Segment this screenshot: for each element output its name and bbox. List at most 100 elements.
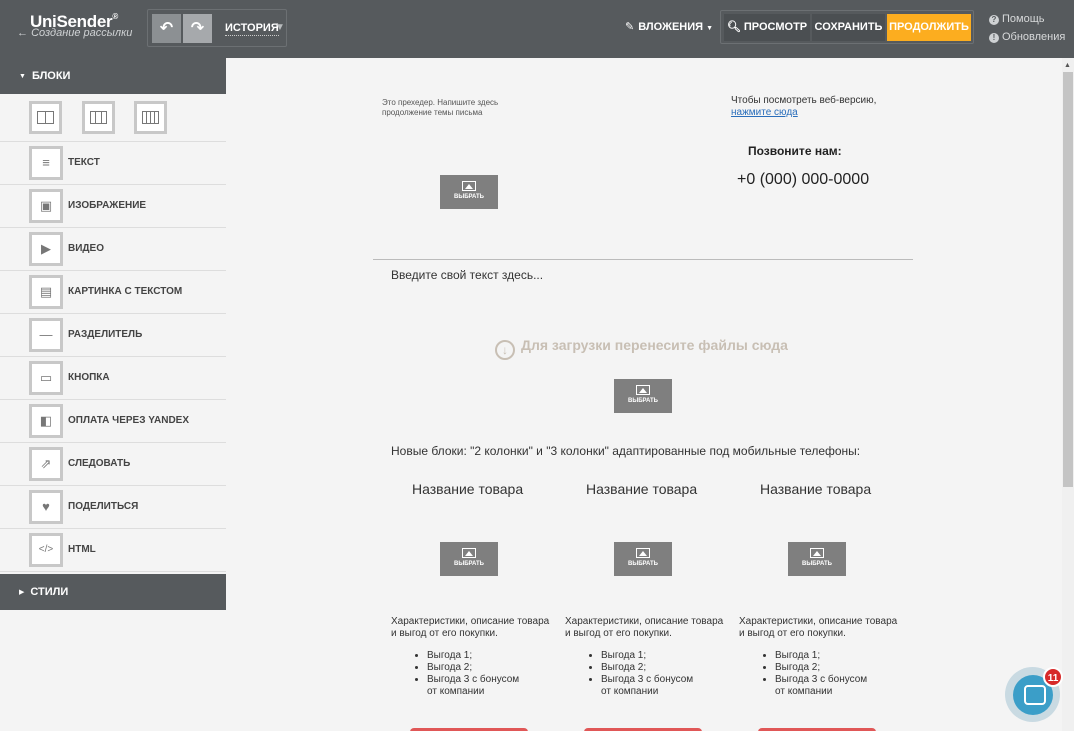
chevron-down-icon: ▼ xyxy=(706,25,714,32)
block-label: РАЗДЕЛИТЕЛЬ xyxy=(68,329,143,340)
list-item: Выгода 2; xyxy=(601,662,705,674)
phone-number[interactable]: +0 (000) 000-0000 xyxy=(737,171,869,189)
image-icon xyxy=(462,181,476,191)
list-item: Выгода 2; xyxy=(775,662,879,674)
block-item-image[interactable]: ▣ ИЗОБРАЖЕНИЕ xyxy=(0,185,226,228)
block-item-button[interactable]: ▭ КНОПКА xyxy=(0,357,226,400)
choose-image-button[interactable]: ВЫБРАТЬ xyxy=(614,379,672,413)
block-item-divider[interactable]: — РАЗДЕЛИТЕЛЬ xyxy=(0,314,226,357)
benefits-list[interactable]: Выгода 1; Выгода 2; Выгода 3 с бонусом о… xyxy=(565,650,705,698)
block-item-html[interactable]: </> HTML xyxy=(0,529,226,572)
back-to-campaign-link[interactable]: ← Создание рассылки xyxy=(17,27,132,39)
block-label: ИЗОБРАЖЕНИЕ xyxy=(68,200,147,211)
blocks-section-header[interactable]: ▼ БЛОКИ xyxy=(0,58,226,94)
list-item: Выгода 2; xyxy=(427,662,531,674)
block-item-yandex-pay[interactable]: ◧ ОПЛАТА ЧЕРЕЗ YANDEX xyxy=(0,400,226,443)
two-columns-icon[interactable] xyxy=(82,101,115,134)
image-icon xyxy=(636,548,650,558)
block-label: КАРТИНКА С ТЕКСТОМ xyxy=(68,286,183,297)
file-dropzone[interactable]: ↓ Для загрузки перенесите файлы сюда xyxy=(495,337,788,360)
benefits-list[interactable]: Выгода 1; Выгода 2; Выгода 3 с бонусом о… xyxy=(739,650,879,698)
block-item-text[interactable]: ≡ ТЕКСТ xyxy=(0,142,226,185)
continue-button[interactable]: ПРОДОЛЖИТЬ xyxy=(887,14,971,41)
html-icon: </> xyxy=(29,533,63,567)
product-title[interactable]: Название товара xyxy=(412,481,523,497)
video-icon: ▶ xyxy=(29,232,63,266)
choose-image-button[interactable]: ВЫБРАТЬ xyxy=(614,542,672,576)
block-label: КНОПКА xyxy=(68,372,110,383)
choose-image-button[interactable]: ВЫБРАТЬ xyxy=(440,542,498,576)
block-item-follow[interactable]: ⇗ СЛЕДОВАТЬ xyxy=(0,443,226,486)
scroll-up-icon[interactable]: ▲ xyxy=(1064,62,1071,69)
chevron-down-icon[interactable]: ▼ xyxy=(275,22,285,33)
canvas-scrollbar[interactable]: ▲ xyxy=(1062,58,1074,731)
save-button[interactable]: СОХРАНИТЬ xyxy=(812,14,885,41)
list-item: Выгода 3 с бонусом от компании xyxy=(775,674,879,698)
help-link[interactable]: ? Помощь xyxy=(989,13,1045,25)
content-divider xyxy=(373,259,913,260)
image-icon xyxy=(810,548,824,558)
block-label: ПОДЕЛИТЬСЯ xyxy=(68,501,139,512)
triangle-down-icon: ▼ xyxy=(19,73,26,80)
blocks-sidebar: ▼ БЛОКИ ≡ ТЕКСТ ▣ ИЗОБРАЖЕНИЕ ▶ ВИДЕО ▤ К… xyxy=(0,58,226,731)
new-blocks-note[interactable]: Новые блоки: "2 колонки" и "3 колонки" а… xyxy=(391,444,860,458)
product-description[interactable]: Характеристики, описание товара и выгод … xyxy=(391,616,551,640)
three-columns-icon[interactable] xyxy=(134,101,167,134)
yandex-pay-icon: ◧ xyxy=(29,404,63,438)
preheader-text[interactable]: Это прехедер. Напишите здесь продолжение… xyxy=(382,98,532,118)
triangle-right-icon: ▶ xyxy=(19,589,25,596)
block-item-share[interactable]: ♥ ПОДЕЛИТЬСЯ xyxy=(0,486,226,529)
product-description[interactable]: Характеристики, описание товара и выгод … xyxy=(739,616,899,640)
attachments-dropdown[interactable]: ✎ ВЛОЖЕНИЯ ▼ xyxy=(625,20,713,33)
block-label: СЛЕДОВАТЬ xyxy=(68,458,131,469)
undo-button[interactable]: ↶ xyxy=(152,14,181,43)
email-canvas[interactable]: Это прехедер. Напишите здесь продолжение… xyxy=(226,58,1062,731)
block-label: ВИДЕО xyxy=(68,243,104,254)
webversion-block: Чтобы посмотреть веб-версию, нажмите сюд… xyxy=(731,95,876,119)
block-item-image-text[interactable]: ▤ КАРТИНКА С ТЕКСТОМ xyxy=(0,271,226,314)
updates-link[interactable]: ! Обновления xyxy=(989,31,1065,43)
styles-section-header[interactable]: ▶ СТИЛИ xyxy=(0,574,226,610)
share-icon: ♥ xyxy=(29,490,63,524)
webversion-text: Чтобы посмотреть веб-версию, xyxy=(731,95,877,106)
list-item: Выгода 1; xyxy=(775,650,879,662)
action-button-group: 🔍︎ ПРОСМОТР СОХРАНИТЬ ПРОДОЛЖИТЬ xyxy=(720,10,974,44)
scroll-thumb[interactable] xyxy=(1063,72,1073,487)
block-label: ТЕКСТ xyxy=(68,157,100,168)
list-item: Выгода 3 с бонусом от компании xyxy=(427,674,531,698)
follow-icon: ⇗ xyxy=(29,447,63,481)
block-item-video[interactable]: ▶ ВИДЕО xyxy=(0,228,226,271)
benefits-list[interactable]: Выгода 1; Выгода 2; Выгода 3 с бонусом о… xyxy=(391,650,531,698)
redo-arrow-icon: ↷ xyxy=(190,20,205,37)
divider-icon: — xyxy=(29,318,63,352)
history-control: ↶ ↷ ИСТОРИЯ ▼ xyxy=(147,9,287,47)
text-block[interactable]: Введите свой текст здесь... xyxy=(391,268,543,282)
top-bar: UniSender® ← Создание рассылки ↶ ↷ ИСТОР… xyxy=(0,0,1074,58)
one-column-icon[interactable] xyxy=(29,101,62,134)
image-icon xyxy=(462,548,476,558)
product-title[interactable]: Название товара xyxy=(760,481,871,497)
preview-button[interactable]: 🔍︎ ПРОСМОТР xyxy=(724,14,810,41)
choose-image-button[interactable]: ВЫБРАТЬ xyxy=(440,175,498,209)
list-item: Выгода 3 с бонусом от компании xyxy=(601,674,705,698)
image-text-icon: ▤ xyxy=(29,275,63,309)
image-icon xyxy=(636,385,650,395)
search-icon: 🔍︎ xyxy=(726,21,741,33)
webversion-link[interactable]: нажмите сюда xyxy=(731,107,876,119)
download-arrow-icon: ↓ xyxy=(495,340,515,360)
product-title[interactable]: Название товара xyxy=(586,481,697,497)
image-icon: ▣ xyxy=(29,189,63,223)
block-label: HTML xyxy=(68,544,96,555)
question-icon: ? xyxy=(989,15,999,25)
list-item: Выгода 1; xyxy=(601,650,705,662)
chat-unread-badge: 11 xyxy=(1043,667,1063,687)
list-item: Выгода 1; xyxy=(427,650,531,662)
button-icon: ▭ xyxy=(29,361,63,395)
call-us-label[interactable]: Позвоните нам: xyxy=(748,144,842,158)
undo-arrow-icon: ↶ xyxy=(159,20,174,37)
text-icon: ≡ xyxy=(29,146,63,180)
choose-image-button[interactable]: ВЫБРАТЬ xyxy=(788,542,846,576)
product-description[interactable]: Характеристики, описание товара и выгод … xyxy=(565,616,725,640)
history-dropdown[interactable]: ИСТОРИЯ xyxy=(225,22,279,36)
redo-button[interactable]: ↷ xyxy=(183,14,212,43)
